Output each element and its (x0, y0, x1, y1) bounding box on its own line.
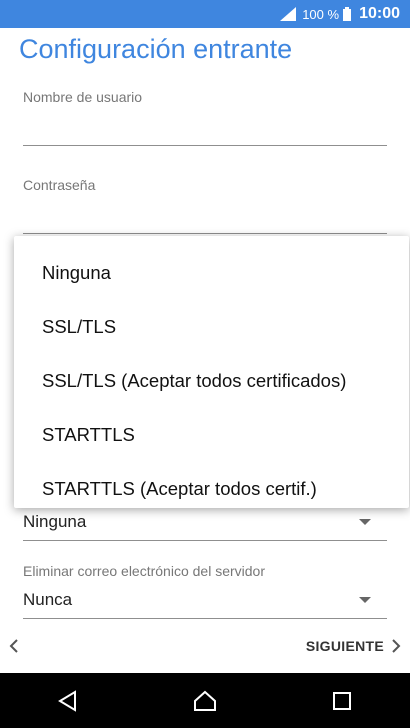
page-title: Configuración entrante (19, 34, 293, 64)
delete-email-label: Eliminar correo electrónico del servidor (23, 563, 265, 579)
dropdown-arrow-icon (359, 519, 371, 525)
dropdown-arrow-icon (359, 597, 371, 603)
nav-recents-button[interactable] (322, 681, 362, 721)
recents-icon (332, 691, 351, 710)
username-input[interactable] (23, 145, 387, 146)
dropdown-option-ssl-tls[interactable]: SSL/TLS (14, 300, 409, 354)
next-button[interactable]: SIGUIENTE (306, 638, 402, 654)
clock: 10:00 (359, 5, 400, 22)
nav-back-button[interactable] (48, 681, 88, 721)
back-icon (58, 689, 77, 712)
home-icon (193, 690, 216, 711)
next-label: SIGUIENTE (305, 638, 384, 654)
password-input[interactable] (23, 233, 387, 234)
chevron-right-icon (392, 639, 401, 653)
signal-icon (280, 7, 297, 21)
username-label: Nombre de usuario (23, 89, 143, 105)
battery-icon (343, 7, 352, 21)
security-type-underline (23, 540, 387, 541)
dropdown-option-starttls[interactable]: STARTTLS (14, 408, 409, 462)
dropdown-option-starttls-accept-all[interactable]: STARTTLS (Aceptar todos certif.) (14, 462, 409, 516)
delete-email-select[interactable]: Nunca (23, 587, 387, 613)
delete-email-underline (23, 618, 387, 619)
password-label: Contraseña (23, 177, 96, 193)
delete-email-value: Nunca (23, 590, 73, 609)
dropdown-option-ssl-tls-accept-all[interactable]: SSL/TLS (Aceptar todos certificados) (14, 354, 409, 408)
dropdown-option-ninguna[interactable]: Ninguna (14, 246, 409, 300)
security-dropdown-menu: Ninguna SSL/TLS SSL/TLS (Aceptar todos c… (14, 236, 409, 508)
chevron-left-icon[interactable] (8, 638, 20, 654)
status-bar: 100 % 10:00 (0, 0, 410, 28)
action-row: SIGUIENTE (0, 632, 410, 660)
nav-home-button[interactable] (185, 681, 225, 721)
battery-percent: 100 % (302, 6, 340, 22)
navigation-bar (0, 673, 410, 728)
screen: 100 % 10:00 Configuración entrante Nombr… (0, 0, 410, 728)
